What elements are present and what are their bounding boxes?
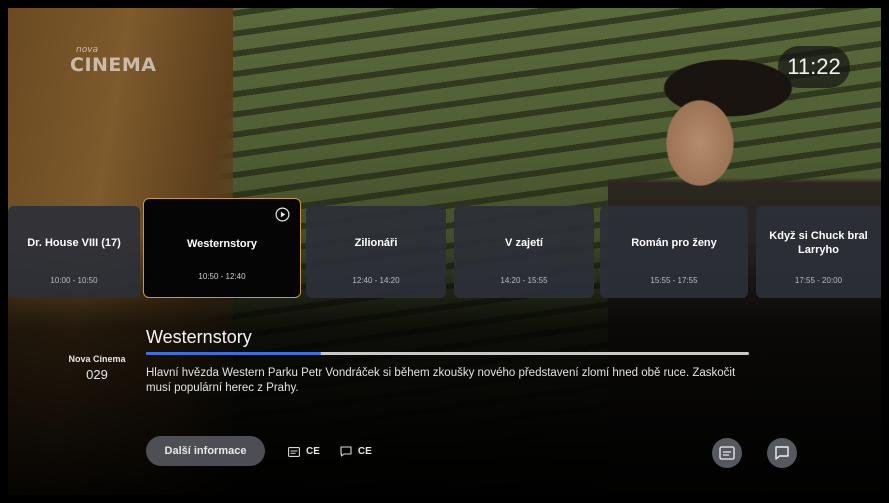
tv-screen: nova CINEMA 11:22 Dr. House VIII (17) 10… xyxy=(8,8,881,495)
audio-track-icon xyxy=(288,446,300,457)
epg-item-time: 10:00 - 10:50 xyxy=(50,276,98,285)
progress-bar xyxy=(146,352,749,355)
epg-row: Dr. House VIII (17) 10:00 - 10:50 Wester… xyxy=(8,198,881,298)
subtitle-language: CE xyxy=(357,446,372,457)
epg-item-time: 14:20 - 15:55 xyxy=(500,276,548,285)
subtitles-icon xyxy=(719,446,735,460)
epg-item-title: Zilionáři xyxy=(354,237,398,249)
epg-item-active[interactable]: Westernstory 10:50 - 12:40 xyxy=(143,198,301,298)
epg-item-title: Román pro ženy xyxy=(631,237,717,249)
chat-button[interactable] xyxy=(767,438,797,468)
channel-name: Nova Cinema xyxy=(68,354,126,364)
subtitles-button[interactable] xyxy=(712,438,742,468)
epg-item-time: 10:50 - 12:40 xyxy=(198,272,246,281)
epg-item-title: Westernstory xyxy=(186,238,258,250)
program-title: Westernstory xyxy=(146,327,252,347)
epg-item-time: 15:55 - 17:55 xyxy=(650,276,698,285)
audio-language: CE xyxy=(306,446,320,457)
progress-fill xyxy=(146,352,321,355)
epg-item-title: V zajetí xyxy=(505,237,543,249)
chat-bubble-icon xyxy=(775,446,789,460)
epg-item[interactable]: Zilionáři 12:40 - 14:20 xyxy=(306,206,446,298)
epg-item[interactable]: Když si Chuck bral Larryho 17:55 - 20:00 xyxy=(756,206,881,298)
epg-item-title: Dr. House VIII (17) xyxy=(27,237,121,249)
channel-logo: nova CINEMA xyxy=(70,46,157,76)
more-info-button[interactable]: Další informace xyxy=(146,436,265,466)
epg-item[interactable]: Dr. House VIII (17) 10:00 - 10:50 xyxy=(8,206,140,298)
channel-info: Nova Cinema 029 xyxy=(60,354,134,382)
program-description: Hlavní hvězda Western Parku Petr Vondráč… xyxy=(146,367,736,394)
language-info: CE CE xyxy=(288,446,372,457)
channel-number: 029 xyxy=(86,367,108,382)
play-icon xyxy=(275,207,290,222)
clock: 11:22 xyxy=(778,46,850,88)
epg-item-time: 17:55 - 20:00 xyxy=(794,276,843,285)
epg-item[interactable]: V zajetí 14:20 - 15:55 xyxy=(454,206,594,298)
epg-item-title: Když si Chuck bral Larryho xyxy=(769,230,868,256)
epg-item[interactable]: Román pro ženy 15:55 - 17:55 xyxy=(600,206,748,298)
subtitle-bubble-icon xyxy=(340,446,352,457)
epg-item-time: 12:40 - 14:20 xyxy=(352,276,400,285)
channel-logo-text: CINEMA xyxy=(70,54,157,76)
